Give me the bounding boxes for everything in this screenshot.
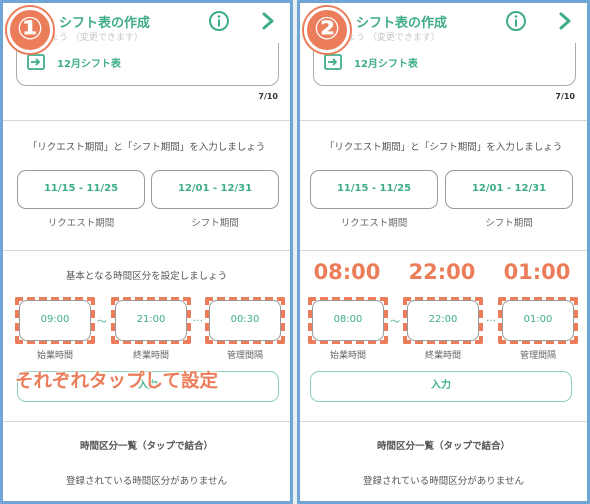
calendar-arrow-icon	[324, 54, 342, 70]
divider	[3, 120, 290, 121]
request-period-label: リクエスト期間	[47, 218, 115, 229]
start-time-button[interactable]: 09:00	[19, 300, 91, 341]
chevron-right-icon[interactable]	[260, 11, 276, 31]
info-icon[interactable]	[505, 10, 527, 32]
interval-callout: 01:00	[503, 260, 571, 284]
request-period-button[interactable]: 11/15 - 11/25	[17, 170, 145, 209]
chevron-right-icon[interactable]	[557, 11, 573, 31]
time-prompt: 基本となる時間区分を設定しましょう	[65, 271, 228, 282]
month-sheet-card[interactable]: 12月シフト表	[16, 43, 279, 86]
tutorial-panel-1: しましょう （変更できます） シフト表の作成 12月シフト表 7/10 「リクエ…	[0, 0, 293, 504]
start-time-button[interactable]: 08:00	[312, 300, 384, 341]
month-sheet-card[interactable]: 12月シフト表	[313, 43, 576, 86]
shift-period-button[interactable]: 12/01 - 12/31	[445, 170, 573, 209]
empty-slot-message: 登録されている時間区分がありません	[66, 476, 227, 487]
info-icon[interactable]	[208, 10, 230, 32]
calendar-arrow-icon	[27, 54, 45, 70]
page-title: シフト表の作成	[59, 16, 151, 31]
tilde-separator: ～	[390, 317, 400, 328]
instruction-caption: それぞれタップして設定	[15, 371, 218, 392]
slot-list-title: 時間区分一覧（タップで結合）	[376, 441, 510, 452]
start-time-callout: 08:00	[313, 260, 381, 284]
start-time-label: 始業時間	[36, 351, 73, 361]
page-title: シフト表の作成	[356, 16, 448, 31]
ellipsis-separator: …	[193, 313, 203, 324]
empty-slot-message: 登録されている時間区分がありません	[363, 476, 524, 487]
month-sheet-label: 12月シフト表	[57, 59, 121, 70]
tilde-separator: ～	[97, 317, 107, 328]
end-time-callout: 22:00	[408, 260, 476, 284]
divider	[3, 250, 290, 251]
step-counter: 7/10	[258, 92, 278, 101]
step-badge: ②	[304, 7, 350, 53]
month-sheet-label: 12月シフト表	[354, 59, 418, 70]
divider	[300, 421, 587, 422]
ellipsis-separator: …	[486, 313, 496, 324]
end-time-label: 終業時間	[132, 351, 169, 361]
interval-button[interactable]: 00:30	[209, 300, 281, 341]
request-period-label: リクエスト期間	[340, 218, 408, 229]
step-badge: ①	[7, 7, 53, 53]
period-prompt: 「リクエスト期間」と「シフト期間」を入力しましょう	[324, 142, 563, 153]
end-time-label: 終業時間	[424, 351, 461, 361]
interval-label: 管理間隔	[519, 351, 556, 361]
interval-button[interactable]: 01:00	[502, 300, 574, 341]
end-time-button[interactable]: 21:00	[115, 300, 187, 341]
shift-period-button[interactable]: 12/01 - 12/31	[151, 170, 279, 209]
shift-period-label: シフト期間	[485, 218, 533, 229]
slot-list-title: 時間区分一覧（タップで結合）	[79, 441, 213, 452]
request-period-button[interactable]: 11/15 - 11/25	[310, 170, 438, 209]
end-time-button[interactable]: 22:00	[407, 300, 479, 341]
start-time-label: 始業時間	[329, 351, 366, 361]
step-counter: 7/10	[555, 92, 575, 101]
period-prompt: 「リクエスト期間」と「シフト期間」を入力しましょう	[27, 142, 266, 153]
divider	[300, 120, 587, 121]
divider	[3, 421, 290, 422]
interval-label: 管理間隔	[226, 351, 263, 361]
tutorial-panel-2: しましょう （変更できます） シフト表の作成 12月シフト表 7/10 「リクエ…	[297, 0, 590, 504]
input-button[interactable]: 入力	[310, 371, 572, 402]
shift-period-label: シフト期間	[191, 218, 239, 229]
divider	[300, 250, 587, 251]
